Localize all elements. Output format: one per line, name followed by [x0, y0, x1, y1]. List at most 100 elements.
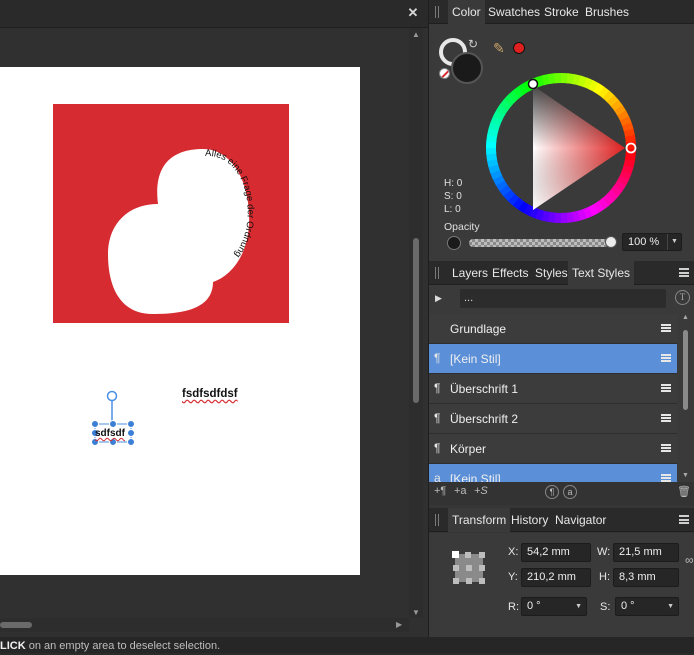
panel-grip-icon[interactable] [435, 267, 439, 279]
style-menu-icon[interactable] [661, 324, 671, 332]
opacity-slider[interactable] [469, 239, 609, 247]
text-styles-scroll-thumb[interactable] [683, 330, 688, 410]
chevron-down-icon[interactable]: ▼ [667, 598, 674, 615]
style-label: Überschrift 2 [450, 412, 518, 426]
tab-swatches[interactable]: Swatches [484, 0, 544, 24]
scroll-down-icon[interactable]: ▼ [412, 608, 420, 617]
h-label: H: [599, 571, 610, 583]
picked-color-swatch[interactable] [513, 42, 525, 54]
style-row-grundlage[interactable]: Grundlage [429, 314, 677, 344]
document-page[interactable]: Alles eine Frage der Ordnung fsdfsdfdsf … [0, 67, 360, 575]
y-input[interactable]: 210,2 mm [521, 568, 591, 587]
style-row-ueberschrift-1[interactable]: ¶ Überschrift 1 [429, 374, 677, 404]
expand-arrow-icon[interactable]: ▶ [435, 293, 442, 304]
shear-label: S: [600, 601, 610, 613]
opacity-slider-knob[interactable] [605, 236, 617, 248]
rotation-value: 0 ° [527, 600, 541, 612]
add-group-style-icon[interactable]: +S [474, 485, 488, 497]
chevron-down-icon[interactable]: ▼ [575, 598, 582, 615]
tab-transform[interactable]: Transform [448, 508, 510, 532]
scroll-up-icon[interactable]: ▲ [412, 30, 420, 39]
status-hint-text: on an empty area to deselect selection. [26, 640, 220, 652]
tab-styles[interactable]: Styles [531, 261, 572, 285]
color-picker-icon[interactable]: ✎ [493, 40, 505, 57]
paragraph-icon: ¶ [434, 411, 440, 425]
w-input[interactable]: 21,5 mm [613, 543, 679, 562]
text-styles-scrollbar[interactable]: ▲ ▼ [681, 314, 691, 482]
status-bold-text: LICK [0, 640, 26, 652]
swap-colors-icon[interactable]: ↻ [468, 37, 478, 51]
style-row-kein-stil[interactable]: ¶ [Kein Stil] [429, 344, 677, 374]
vertical-scrollbar[interactable]: ▲ ▼ [409, 28, 423, 618]
style-label: Überschrift 1 [450, 382, 518, 396]
text-icon[interactable]: T [675, 290, 690, 305]
anchor-point-icon[interactable] [451, 550, 487, 586]
shear-value: 0 ° [621, 600, 635, 612]
text-styles-search[interactable]: ... [460, 289, 666, 308]
style-menu-icon[interactable] [661, 474, 671, 482]
color-wheel[interactable] [485, 72, 637, 224]
style-row-koerper[interactable]: ¶ Körper [429, 434, 677, 464]
chevron-down-icon[interactable]: ▼ [667, 234, 681, 250]
tab-stroke[interactable]: Stroke [540, 0, 583, 24]
style-row-kein-stil-character[interactable]: a [Kein Stil] [429, 464, 677, 482]
character-icon: a [434, 471, 441, 482]
tab-navigator[interactable]: Navigator [551, 508, 610, 532]
selection-handles[interactable] [88, 387, 138, 449]
panel-menu-icon[interactable] [679, 515, 689, 524]
text-styles-toolbar: +¶ +a +S ¶ a 🗑 [429, 482, 694, 505]
tab-brushes[interactable]: Brushes [581, 0, 633, 24]
style-menu-icon[interactable] [661, 444, 671, 452]
opacity-input[interactable]: 100 % ▼ [622, 233, 682, 251]
white-blob-shape[interactable]: Alles eine Frage der Ordnung [53, 104, 289, 323]
horizontal-scrollbar[interactable]: ▶ [0, 618, 409, 632]
paragraph-icon: ¶ [434, 351, 440, 365]
x-input[interactable]: 54,2 mm [521, 543, 591, 562]
text-styles-list: Grundlage ¶ [Kein Stil] ¶ Überschrift 1 … [429, 314, 677, 482]
panel-menu-icon[interactable] [679, 268, 689, 277]
horizontal-scroll-thumb[interactable] [0, 622, 32, 628]
style-menu-icon[interactable] [661, 354, 671, 362]
text-frame-fsdfsdfdsf[interactable]: fsdfsdfdsf [182, 388, 238, 400]
panel-grip-icon[interactable] [435, 6, 439, 18]
tab-effects[interactable]: Effects [488, 261, 532, 285]
style-label: Grundlage [450, 322, 506, 336]
link-icon[interactable]: ∞ [685, 553, 694, 567]
tab-color[interactable]: Color [448, 0, 485, 24]
text-styles-panel: ▶ ... T Grundlage ¶ [Kein Stil] ¶ Übersc… [429, 285, 694, 505]
tab-layers[interactable]: Layers [448, 261, 492, 285]
scroll-down-icon[interactable]: ▼ [682, 472, 689, 479]
document-tab-bar: ✕ [0, 0, 428, 28]
scroll-up-icon[interactable]: ▲ [682, 314, 689, 321]
fill-color-swatch[interactable] [451, 52, 483, 84]
status-bar: LICK on an empty area to deselect select… [0, 637, 694, 653]
selected-text-frame[interactable]: sdfsdf [95, 428, 125, 439]
hue-value: H: 0 [444, 178, 462, 189]
add-character-style-icon[interactable]: +a [454, 485, 467, 497]
style-row-ueberschrift-2[interactable]: ¶ Überschrift 2 [429, 404, 677, 434]
paragraph-style-icon[interactable]: ¶ [545, 485, 559, 499]
shear-input[interactable]: 0 ° ▼ [615, 597, 679, 616]
no-color-icon[interactable] [439, 68, 450, 79]
character-style-icon[interactable]: a [563, 485, 577, 499]
style-menu-icon[interactable] [661, 414, 671, 422]
sl-marker[interactable] [529, 80, 538, 89]
vertical-scroll-thumb[interactable] [413, 238, 419, 403]
trash-icon[interactable]: 🗑 [677, 485, 691, 498]
opacity-value-text: 100 % [628, 236, 659, 248]
add-paragraph-style-icon[interactable]: +¶ [434, 485, 446, 497]
tab-text-styles[interactable]: Text Styles [568, 261, 634, 285]
saturation-value: S: 0 [444, 191, 462, 202]
layers-panel-tabbar: Layers Effects Styles Text Styles [429, 261, 694, 285]
h-input[interactable]: 8,3 mm [613, 568, 679, 587]
tab-history[interactable]: History [507, 508, 552, 532]
close-document-button[interactable]: ✕ [406, 6, 420, 20]
document-canvas[interactable]: ✕ Alles eine Frage der Ordnung fsdfsdfds… [0, 0, 428, 637]
x-label: X: [508, 546, 518, 558]
style-label: [Kein Stil] [450, 352, 501, 366]
y-label: Y: [508, 571, 518, 583]
panel-grip-icon[interactable] [435, 514, 439, 526]
rotation-input[interactable]: 0 ° ▼ [521, 597, 587, 616]
scroll-right-icon[interactable]: ▶ [396, 620, 402, 629]
style-menu-icon[interactable] [661, 384, 671, 392]
